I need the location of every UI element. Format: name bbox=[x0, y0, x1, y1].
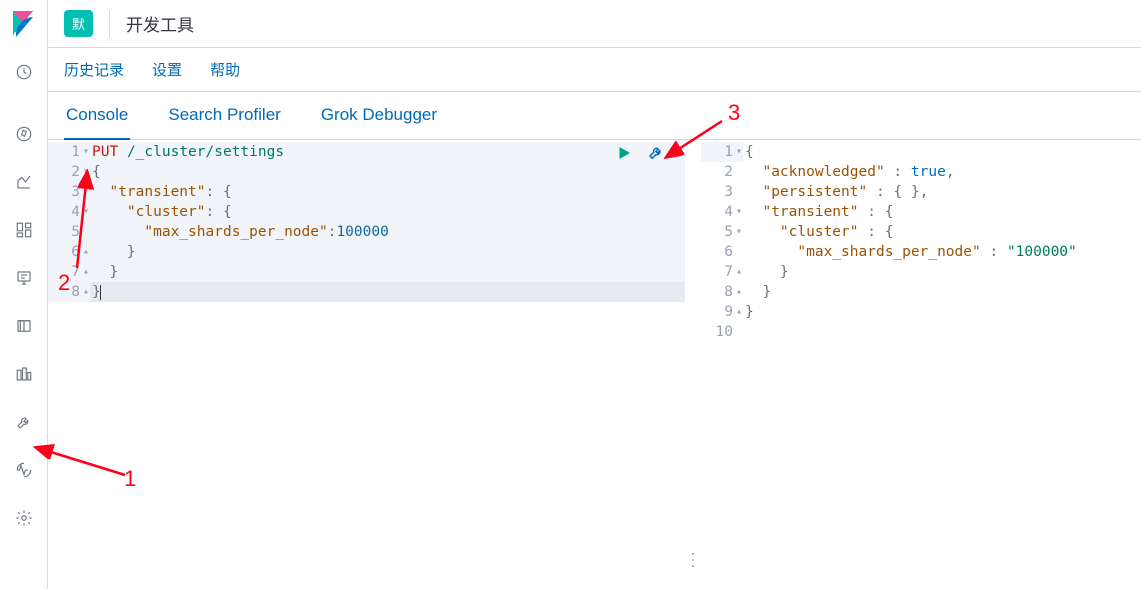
devtools-icon[interactable] bbox=[0, 398, 48, 446]
pane-divider[interactable] bbox=[685, 140, 701, 589]
editor-area: 1▾PUT /_cluster/settings 2▾{ 3▾ "transie… bbox=[48, 140, 1141, 589]
canvas-icon[interactable] bbox=[0, 254, 48, 302]
ml-icon[interactable] bbox=[0, 350, 48, 398]
kibana-logo[interactable] bbox=[0, 0, 48, 48]
space-badge[interactable]: 默 bbox=[64, 10, 93, 37]
tab-grok-debugger[interactable]: Grok Debugger bbox=[319, 92, 439, 140]
tab-search-profiler[interactable]: Search Profiler bbox=[166, 92, 282, 140]
discover-icon[interactable] bbox=[0, 110, 48, 158]
response-viewer[interactable]: 1▾{ 2 "acknowledged" : true, 3 "persiste… bbox=[701, 140, 1141, 589]
submenu-settings[interactable]: 设置 bbox=[152, 59, 182, 80]
submenu-history[interactable]: 历史记录 bbox=[64, 59, 124, 80]
page-title: 开发工具 bbox=[126, 11, 194, 36]
maps-icon[interactable] bbox=[0, 302, 48, 350]
sub-menu: 历史记录 设置 帮助 bbox=[48, 48, 1141, 92]
top-bar: 默 开发工具 bbox=[48, 0, 1141, 48]
tabs: Console Search Profiler Grok Debugger bbox=[48, 92, 1141, 140]
main-area: 默 开发工具 历史记录 设置 帮助 Console Search Profile… bbox=[48, 0, 1141, 589]
dashboard-icon[interactable] bbox=[0, 206, 48, 254]
run-icon[interactable] bbox=[615, 144, 633, 167]
http-path: /_cluster/settings bbox=[127, 144, 284, 160]
monitoring-icon[interactable] bbox=[0, 446, 48, 494]
side-nav bbox=[0, 0, 48, 589]
options-icon[interactable] bbox=[647, 144, 665, 167]
tab-console[interactable]: Console bbox=[64, 92, 130, 140]
submenu-help[interactable]: 帮助 bbox=[210, 59, 240, 80]
http-method: PUT bbox=[92, 144, 118, 160]
visualize-icon[interactable] bbox=[0, 158, 48, 206]
management-icon[interactable] bbox=[0, 494, 48, 542]
request-editor[interactable]: 1▾PUT /_cluster/settings 2▾{ 3▾ "transie… bbox=[48, 140, 685, 589]
recent-icon[interactable] bbox=[0, 48, 48, 96]
